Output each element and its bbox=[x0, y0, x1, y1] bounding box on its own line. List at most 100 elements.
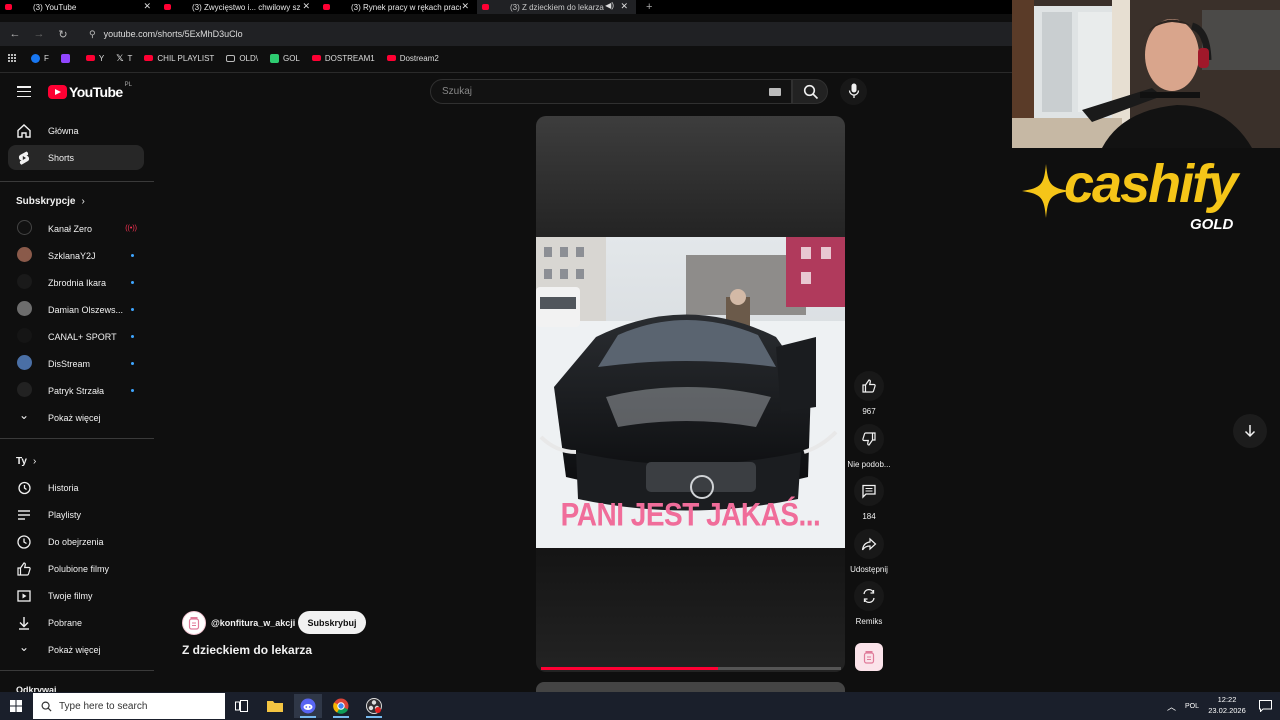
short-title[interactable]: Z dzieckiem do lekarza bbox=[182, 643, 312, 657]
dislike-label: Nie podob... bbox=[847, 460, 891, 469]
remix-button[interactable] bbox=[854, 581, 884, 611]
back-icon[interactable]: ← bbox=[3, 28, 27, 40]
bookmark-twitch[interactable] bbox=[60, 53, 74, 63]
bookmark-folder-old[interactable]: OLD\ bbox=[226, 54, 258, 63]
watch-later-icon bbox=[17, 535, 31, 549]
browser-toolbar: ← → ↻ ⚲ youtube.com/shorts/5ExMhD3uClo bbox=[0, 22, 1012, 46]
subscriptions-header[interactable]: Subskrypcje › bbox=[16, 196, 85, 207]
video-progress-fill bbox=[541, 667, 718, 670]
sidebar-item-liked-videos[interactable]: Polubione filmy bbox=[8, 556, 144, 581]
video-progress-bar[interactable] bbox=[541, 667, 841, 670]
taskbar-discord[interactable] bbox=[294, 694, 322, 718]
taskbar-file-explorer[interactable] bbox=[261, 694, 289, 718]
voice-search-button[interactable] bbox=[840, 78, 867, 105]
search-button[interactable] bbox=[792, 79, 828, 104]
notifications-button[interactable] bbox=[1251, 694, 1279, 718]
tab-title: (3) YouTube bbox=[33, 2, 77, 12]
browser-tab[interactable]: (3) YouTube ✕ bbox=[0, 0, 159, 14]
bookmark-chil-playlist[interactable]: CHIL PLAYLIST bbox=[144, 54, 214, 63]
tray-overflow-chevron-icon[interactable]: ︿ bbox=[1167, 700, 1176, 713]
next-short-preview[interactable] bbox=[536, 682, 845, 692]
you-header[interactable]: Ty › bbox=[16, 456, 36, 467]
taskbar-clock[interactable]: 12:22 23.02.2026 bbox=[1204, 694, 1250, 716]
sidebar-item-subscription[interactable]: SzklanaY2J bbox=[8, 243, 144, 268]
sidebar-item-home[interactable]: Główna bbox=[8, 118, 144, 143]
language-indicator[interactable]: POL bbox=[1185, 703, 1199, 710]
channel-handle[interactable]: @konfitura_w_akcji bbox=[211, 618, 295, 628]
keyboard-icon[interactable] bbox=[769, 88, 781, 96]
forward-icon[interactable]: → bbox=[27, 28, 51, 40]
taskbar-chrome[interactable] bbox=[327, 694, 355, 718]
sidebar-item-shorts[interactable]: Shorts bbox=[8, 145, 144, 170]
gol-icon bbox=[269, 53, 279, 63]
chevron-down-icon: ⌄ bbox=[18, 408, 30, 422]
menu-icon[interactable] bbox=[17, 86, 31, 97]
bookmark-dostream1[interactable]: DOSTREAM1 bbox=[311, 54, 375, 63]
browser-tab[interactable]: (3) Zwycięstwo i... chwilowy sz ✕ bbox=[159, 0, 318, 14]
avatar bbox=[17, 382, 32, 397]
comment-count: 184 bbox=[862, 512, 876, 521]
site-info-icon[interactable]: ⚲ bbox=[89, 29, 96, 40]
next-short-button[interactable] bbox=[1233, 414, 1267, 448]
sidebar-item-subscription[interactable]: Kanał Zero ((•)) bbox=[8, 216, 144, 241]
bookmark-youtube[interactable]: Y bbox=[85, 54, 104, 63]
subscribe-button[interactable]: Subskrybuj bbox=[298, 611, 366, 634]
sidebar-item-subscription[interactable]: Zbrodnia Ikara bbox=[8, 270, 144, 295]
sidebar-item-show-more[interactable]: ⌄ Pokaż więcej bbox=[8, 637, 144, 662]
speaker-icon[interactable]: ◀) bbox=[605, 1, 614, 10]
folder-icon bbox=[267, 701, 283, 712]
tab-title: (3) Rynek pracy w rękach praco bbox=[351, 2, 461, 12]
bookmark-x[interactable]: 𝕏T bbox=[116, 53, 132, 64]
sidebar-item-playlists[interactable]: Playlisty bbox=[8, 502, 144, 527]
sidebar-item-subscription[interactable]: Damian Olszews... bbox=[8, 297, 144, 322]
short-video-player[interactable]: PANI JEST JAKAŚ... bbox=[536, 116, 845, 672]
sidebar-item-downloads[interactable]: Pobrane bbox=[8, 610, 144, 635]
share-button[interactable] bbox=[854, 529, 884, 559]
close-tab-icon[interactable]: ✕ bbox=[620, 1, 628, 12]
youtube-logo[interactable]: YouTube PL bbox=[48, 82, 132, 100]
close-tab-icon[interactable]: ✕ bbox=[143, 1, 151, 12]
comments-button[interactable] bbox=[854, 476, 884, 506]
sidebar-item-show-more[interactable]: ⌄ Pokaż więcej bbox=[8, 405, 144, 430]
close-tab-icon[interactable]: ✕ bbox=[302, 1, 310, 12]
bookmark-facebook[interactable]: F bbox=[31, 53, 49, 63]
search-input[interactable]: Szukaj bbox=[430, 79, 792, 104]
address-bar[interactable]: ⚲ youtube.com/shorts/5ExMhD3uClo bbox=[89, 29, 243, 40]
browser-tab[interactable]: (3) Rynek pracy w rękach praco ✕ bbox=[318, 0, 477, 14]
like-button[interactable] bbox=[854, 371, 884, 401]
start-button[interactable] bbox=[2, 694, 30, 718]
new-tab-icon[interactable]: + bbox=[646, 1, 652, 13]
close-tab-icon[interactable]: ✕ bbox=[461, 1, 469, 12]
browser-tab-strip: (3) YouTube ✕ (3) Zwycięstwo i... chwilo… bbox=[0, 0, 1012, 14]
task-view-button[interactable] bbox=[227, 694, 255, 718]
avatar bbox=[17, 220, 32, 235]
sidebar-item-subscription[interactable]: CANAL+ SPORT bbox=[8, 324, 144, 349]
dislike-button[interactable] bbox=[854, 424, 884, 454]
sidebar-item-watch-later[interactable]: Do obejrzenia bbox=[8, 529, 144, 554]
jar-logo-icon bbox=[188, 617, 200, 630]
remix-action: Remiks bbox=[845, 581, 893, 626]
youtube-favicon-icon bbox=[323, 4, 330, 10]
taskbar-search-input[interactable]: Type here to search bbox=[33, 693, 225, 719]
reload-icon[interactable]: ↻ bbox=[51, 28, 75, 41]
microphone-icon bbox=[848, 83, 860, 98]
bookmark-dostream2[interactable]: Dostream2 bbox=[386, 54, 439, 63]
sound-source-thumbnail[interactable] bbox=[855, 643, 883, 671]
apps-grid-icon[interactable] bbox=[8, 53, 17, 63]
notification-icon bbox=[1258, 700, 1272, 712]
sidebar-item-subscription[interactable]: DisStream bbox=[8, 351, 144, 376]
sidebar-item-subscription[interactable]: Patryk Strzała bbox=[8, 378, 144, 403]
new-content-dot bbox=[131, 254, 134, 257]
new-content-dot bbox=[131, 389, 134, 392]
browser-tab-active[interactable]: (3) Z dzieckiem do lekarza - ◀) ✕ bbox=[477, 0, 636, 14]
video-frame[interactable]: PANI JEST JAKAŚ... bbox=[536, 237, 845, 548]
taskbar-obs[interactable] bbox=[360, 694, 388, 718]
new-content-dot bbox=[131, 335, 134, 338]
bookmark-gol[interactable]: GOL bbox=[269, 53, 300, 63]
task-view-icon bbox=[234, 700, 248, 712]
sidebar-item-your-videos[interactable]: Twoje filmy bbox=[8, 583, 144, 608]
new-content-dot bbox=[131, 362, 134, 365]
tab-title: (3) Zwycięstwo i... chwilowy sz bbox=[192, 2, 301, 12]
sidebar-item-history[interactable]: Historia bbox=[8, 475, 144, 500]
channel-avatar[interactable] bbox=[182, 611, 206, 635]
